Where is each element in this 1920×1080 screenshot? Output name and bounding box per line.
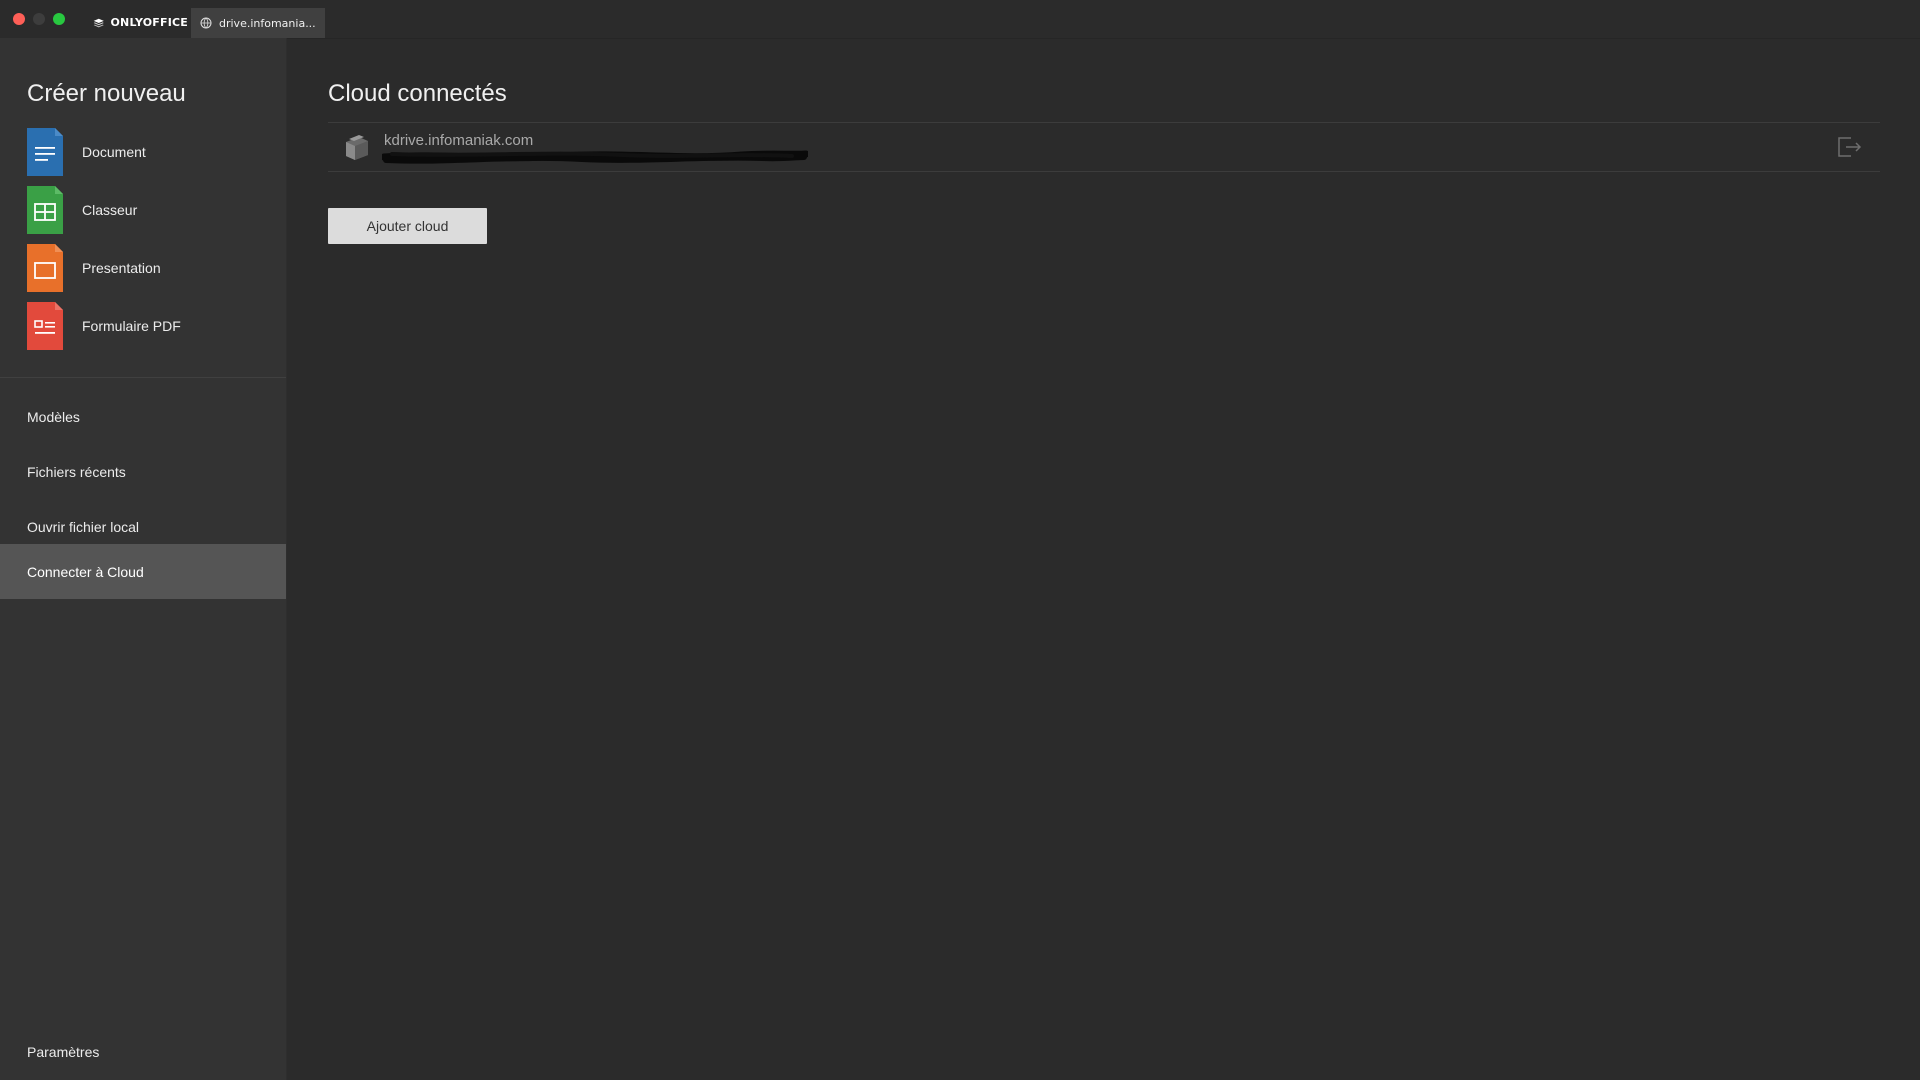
settings-link[interactable]: Paramètres xyxy=(27,1044,99,1060)
cloud-server-icon xyxy=(346,135,368,160)
document-icon xyxy=(27,128,63,176)
sidebar-item-recent-files[interactable]: Fichiers récents xyxy=(0,444,286,499)
redaction-scribble xyxy=(382,150,808,164)
tab-home-label: ONLYOFFICE xyxy=(110,16,188,29)
create-item-label: Document xyxy=(82,144,146,160)
create-spreadsheet-button[interactable]: Classeur xyxy=(27,186,267,234)
create-pdf-form-button[interactable]: Formulaire PDF xyxy=(27,302,267,350)
pdf-form-icon xyxy=(27,302,63,350)
create-item-label: Classeur xyxy=(82,202,138,218)
sidebar-divider xyxy=(0,377,286,378)
window-maximize-button[interactable] xyxy=(53,13,65,25)
window-close-button[interactable] xyxy=(13,13,25,25)
onlyoffice-logo-icon xyxy=(93,18,104,27)
window-minimize-button[interactable] xyxy=(33,13,45,25)
sidebar-item-templates[interactable]: Modèles xyxy=(0,389,286,444)
logout-icon[interactable] xyxy=(1836,135,1862,159)
tab-onlyoffice-home[interactable]: ONLYOFFICE xyxy=(84,8,188,37)
create-item-label: Presentation xyxy=(82,260,161,276)
create-presentation-button[interactable]: Presentation xyxy=(27,244,267,292)
presentation-icon xyxy=(27,244,63,292)
add-cloud-button[interactable]: Ajouter cloud xyxy=(328,208,487,244)
tab-cloud-label: drive.infomania... xyxy=(219,16,316,30)
title-bar: ONLYOFFICE drive.infomania... xyxy=(0,0,1920,39)
page-title: Cloud connectés xyxy=(328,80,507,107)
create-document-button[interactable]: Document xyxy=(27,128,267,176)
create-item-label: Formulaire PDF xyxy=(82,318,181,334)
sidebar: Créer nouveau Document Classeur Presenta… xyxy=(0,38,287,1080)
tab-cloud-drive[interactable]: drive.infomania... xyxy=(191,8,325,38)
sidebar-item-connect-cloud[interactable]: Connecter à Cloud xyxy=(0,544,286,599)
connected-cloud-row[interactable]: kdrive.infomaniak.com xyxy=(328,122,1880,172)
globe-icon xyxy=(200,17,212,29)
spreadsheet-icon xyxy=(27,186,63,234)
create-new-title: Créer nouveau xyxy=(27,80,186,107)
